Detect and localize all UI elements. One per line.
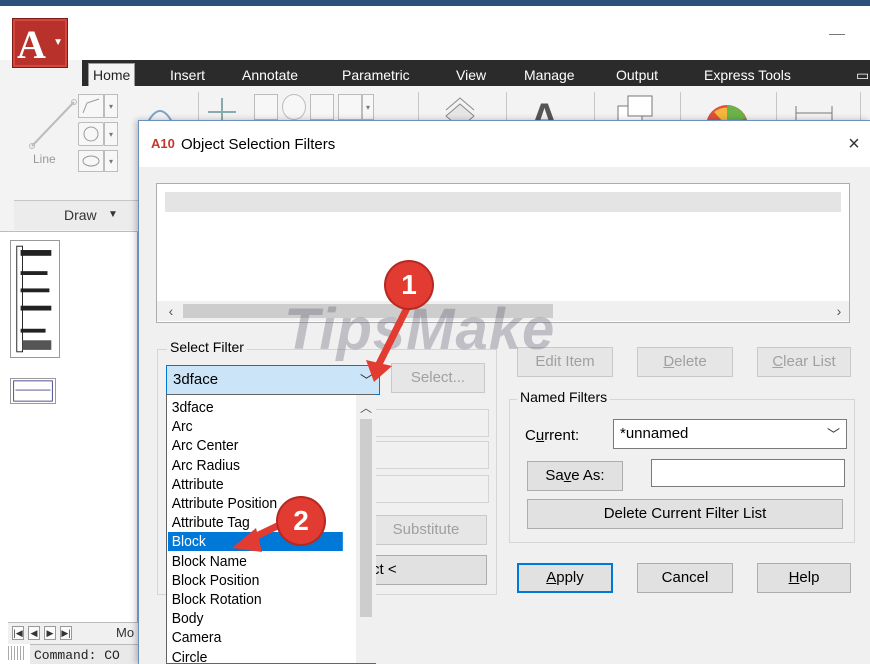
dropdown-option[interactable]: Block Rotation [168,590,343,609]
dropdown-option[interactable]: Arc Radius [168,456,343,475]
clear-list-button[interactable]: Clear List [757,347,851,377]
substitute-button[interactable]: Substitute [365,515,487,545]
y-value-field[interactable] [371,441,489,469]
drawing-thumbnail [10,240,60,358]
chevron-down-icon[interactable]: ▾ [104,94,118,118]
select-button[interactable]: Select... [391,363,485,393]
select-filter-label: Select Filter [167,339,247,355]
command-line[interactable]: Command: CO [30,644,140,664]
circle-tool-icon[interactable] [78,122,104,146]
drawing-thumbnail-2 [10,378,56,404]
dropdown-option[interactable]: Body [168,609,343,628]
x-value-field[interactable] [371,409,489,437]
autocad-app-icon: A10 [151,136,175,151]
ellipse-tool-icon[interactable] [78,150,104,172]
layout-tab-bar: |◀ ◀ ▶ ▶| Mo [8,622,138,644]
tab-parametric[interactable]: Parametric [338,64,414,86]
annotation-badge-2: 2 [278,498,324,544]
tab-manage[interactable]: Manage [520,64,579,86]
save-as-button[interactable]: Save As: [527,461,623,491]
scroll-left-icon[interactable]: ‹ [163,302,179,320]
chevron-down-icon: ﹀ [359,373,373,388]
dropdown-vertical-scrollbar[interactable]: ︿ [356,395,376,663]
chevron-up-icon[interactable]: ︿ [356,399,376,415]
filter-type-dropdown-list[interactable]: 3dface Arc Arc Center Arc Radius Attribute At… [166,394,376,664]
dropdown-option[interactable]: Circle [168,648,343,664]
dropdown-option[interactable]: Block Position [168,571,343,590]
polyline-tool-icon[interactable] [78,94,104,118]
z-value-field[interactable] [371,475,489,503]
tab-model[interactable]: Mo [116,625,134,640]
mirror-tool-icon[interactable] [310,94,334,120]
ribbon-tab-bar: Home Insert Annotate Parametric View Man… [82,60,870,86]
current-filter-value: *unnamed [620,425,689,442]
scrollbar-thumb[interactable] [360,419,372,617]
apply-button[interactable]: Apply [517,563,613,593]
dropdown-option[interactable]: Arc Center [168,436,343,455]
ribbon-overflow-icon[interactable]: ▭ [852,64,870,86]
help-button[interactable]: Help [757,563,851,593]
current-filter-label: Current: [525,427,580,444]
delete-current-filter-list-button[interactable]: Delete Current Filter List [527,499,843,529]
copy-tool-icon[interactable] [254,94,278,120]
dialog-titlebar[interactable]: A10 Object Selection Filters × [139,121,870,167]
filter-list-header [165,192,841,212]
chevron-down-icon[interactable]: ▾ [104,150,118,172]
caret-down-icon: ▼ [53,37,63,48]
dropdown-option[interactable]: 3dface [168,398,343,417]
close-icon[interactable]: × [839,131,869,157]
save-as-name-field[interactable] [651,459,845,487]
filter-type-combobox[interactable]: 3dface ﹀ [166,365,380,395]
tab-insert[interactable]: Insert [166,64,209,86]
autocad-titlebar [0,6,870,60]
delete-button[interactable]: Delete [637,347,733,377]
minimize-icon[interactable] [829,34,845,35]
line-tool-label: Line [33,152,56,166]
tab-view[interactable]: View [452,64,490,86]
first-layout-icon[interactable]: |◀ [12,626,24,640]
scroll-right-icon[interactable]: › [831,302,847,320]
last-layout-icon[interactable]: ▶| [60,626,72,640]
screenshot-root: A ▼ Home Insert Annotate Parametric View… [0,0,870,664]
application-menu-button[interactable]: A ▼ [12,18,68,68]
tab-express-tools[interactable]: Express Tools [700,64,795,86]
caret-down-icon: ▼ [108,209,118,220]
line-tool-icon[interactable] [26,94,82,154]
previous-layout-icon[interactable]: ◀ [28,626,40,640]
draw-panel-title: Draw [64,207,97,223]
autocad-logo-letter: A [17,22,46,67]
named-filters-label: Named Filters [517,389,611,405]
chevron-down-icon[interactable]: ▾ [362,94,374,120]
current-filter-combobox[interactable]: *unnamed ﹀ [613,419,847,449]
tab-home[interactable]: Home [88,63,136,86]
stretch-tool-icon[interactable] [338,94,362,120]
rotate-tool-icon[interactable] [282,94,306,120]
dialog-title: Object Selection Filters [181,136,336,153]
add-to-list-button[interactable]: ct < [365,555,487,585]
tab-annotate[interactable]: Annotate [238,64,302,86]
dropdown-option[interactable]: Camera [168,628,343,647]
edit-item-button[interactable]: Edit Item [517,347,613,377]
chevron-down-icon[interactable]: ▾ [104,122,118,146]
filter-list-horizontal-scrollbar[interactable]: ‹ › [157,301,849,321]
tab-output[interactable]: Output [612,64,662,86]
annotation-badge-1: 1 [386,262,432,308]
filter-type-value: 3dface [173,371,219,388]
draw-panel-label[interactable]: Draw ▼ [14,200,140,230]
dropdown-option[interactable]: Attribute [168,475,343,494]
scrollbar-thumb[interactable] [183,304,553,318]
chevron-down-icon: ﹀ [826,427,840,442]
next-layout-icon[interactable]: ▶ [44,626,56,640]
command-line-grip-icon[interactable] [8,646,26,660]
dropdown-option[interactable]: Block Name [168,552,343,571]
dropdown-option[interactable]: Arc [168,417,343,436]
cancel-button[interactable]: Cancel [637,563,733,593]
